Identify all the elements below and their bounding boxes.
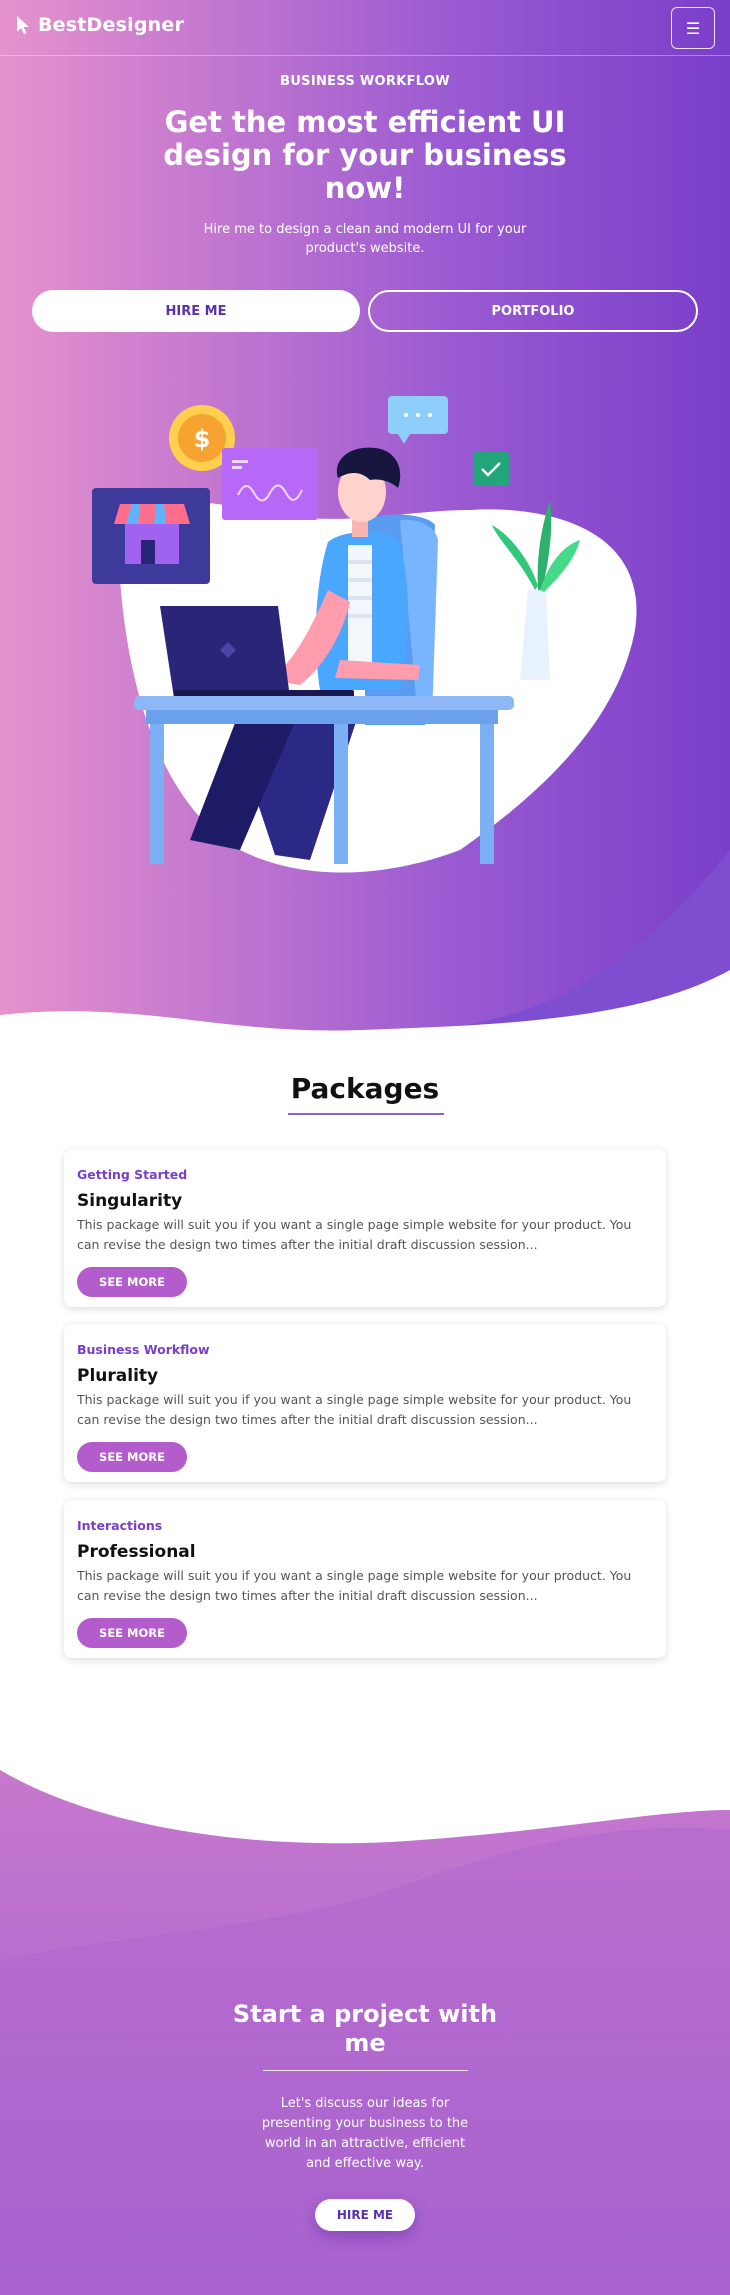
hire-me-button[interactable]: HIRE ME [32, 290, 360, 332]
package-category: Interactions [77, 1518, 163, 1533]
navbar: BestDesigner ☰ [0, 0, 730, 56]
cta-subtitle: Let's discuss our ideas for presenting y… [261, 2096, 469, 2171]
cursor-logo-icon [17, 16, 29, 34]
package-description: This package will suit you if you want a… [77, 1392, 632, 1427]
hero-eyebrow: BUSINESS WORKFLOW [280, 74, 450, 89]
hero-subtitle: Hire me to design a clean and modern UI … [203, 222, 527, 256]
hero-title: Get the most efficient UI design for you… [163, 105, 567, 205]
package-description: This package will suit you if you want a… [77, 1568, 632, 1603]
portfolio-button[interactable]: PORTFOLIO [368, 290, 698, 332]
hamburger-menu-button[interactable]: ☰ [671, 7, 715, 49]
brand-logo[interactable]: BestDesigner [16, 14, 184, 36]
package-description: This package will suit you if you want a… [77, 1217, 632, 1252]
package-title: Plurality [77, 1366, 159, 1386]
storefront-icon [92, 488, 210, 584]
see-more-button[interactable]: SEE MORE [77, 1618, 187, 1648]
brand-name: BestDesigner [38, 14, 185, 36]
package-category: Business Workflow [77, 1342, 210, 1357]
waveform-card-icon [222, 448, 318, 520]
package-category: Getting Started [77, 1167, 188, 1182]
designer-illustration: $ [92, 396, 637, 873]
package-title: Professional [77, 1542, 196, 1562]
package-card: Interactions Professional This package w… [64, 1500, 666, 1658]
package-card: Business Workflow Plurality This package… [64, 1324, 666, 1482]
hamburger-menu-icon: ☰ [685, 18, 701, 38]
hero-wave [0, 850, 730, 1063]
packages-title: Packages [290, 1072, 440, 1105]
see-more-button[interactable]: SEE MORE [77, 1442, 187, 1472]
checkbox-icon [473, 452, 509, 486]
package-title: Singularity [77, 1191, 183, 1211]
hero-section: BestDesigner ☰ BUSINESS WORKFLOW Get the… [0, 0, 730, 1063]
package-card: Getting Started Singularity This package… [64, 1149, 666, 1307]
coin-symbol: $ [194, 425, 211, 453]
chat-bubble-icon [388, 396, 448, 444]
cta-hire-me-button[interactable]: HIRE ME [315, 2199, 415, 2231]
packages-title-underline [288, 1113, 444, 1115]
cta-divider [263, 2070, 468, 2071]
see-more-button[interactable]: SEE MORE [77, 1267, 187, 1297]
cta-title: Start a project with me [232, 2000, 498, 2057]
